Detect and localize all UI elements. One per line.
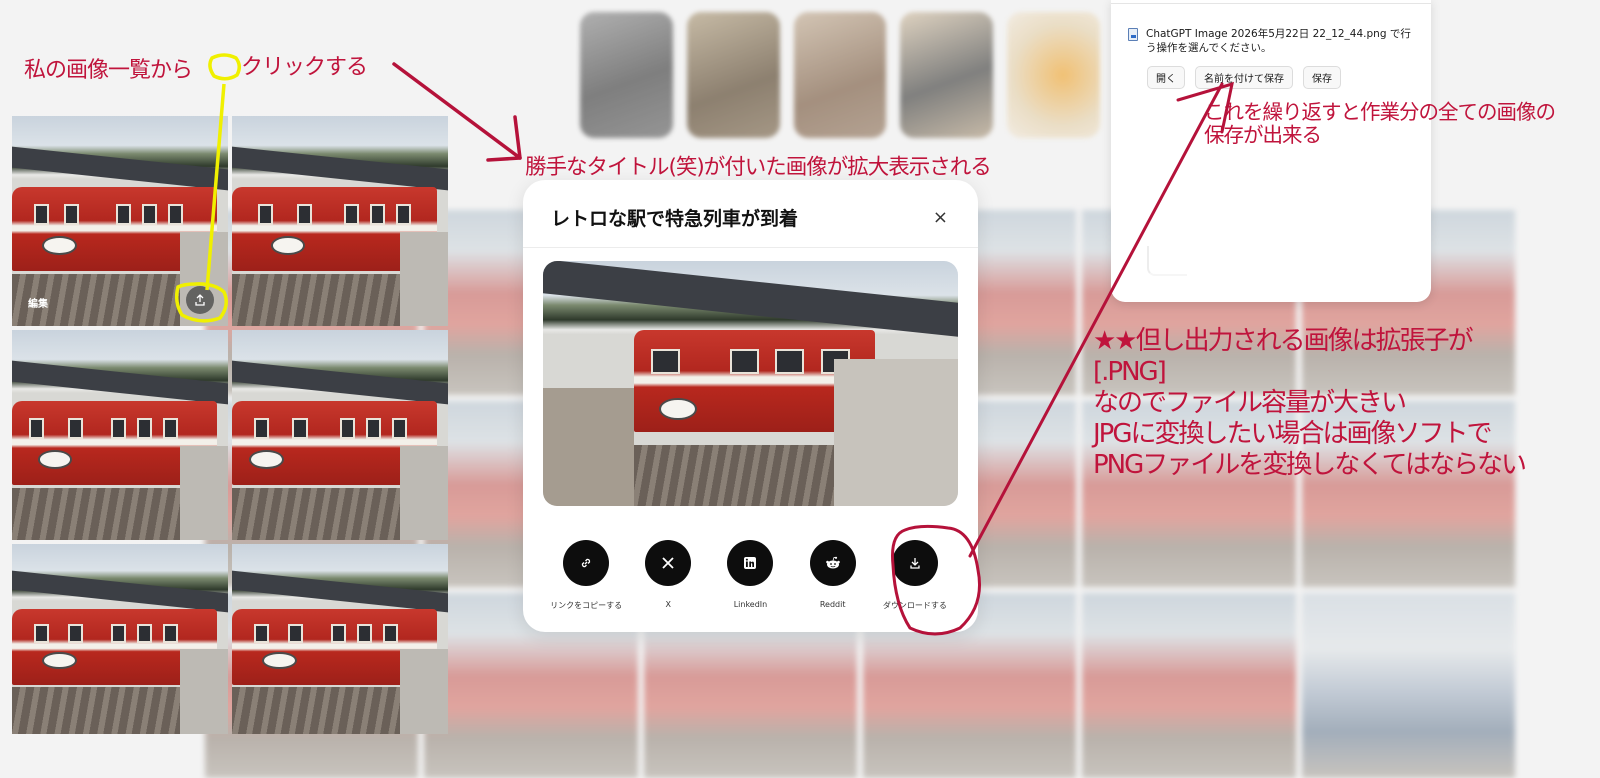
upload-share-icon xyxy=(195,294,205,306)
note-line: ★★但し出力される画像は拡張子が xyxy=(1093,326,1474,356)
share-button[interactable] xyxy=(186,286,214,314)
share-option-label: リンクをコピーする xyxy=(550,601,623,610)
share-reddit-button[interactable] xyxy=(809,540,856,586)
background-thumbnail xyxy=(1007,12,1100,138)
share-option-label: LinkedIn xyxy=(733,600,768,609)
annotation-click-part2: クリックする xyxy=(241,55,368,80)
modal-title: レトロな駅で特急列車が到着 xyxy=(551,208,799,230)
gallery-image[interactable] xyxy=(232,330,448,540)
share-x-button[interactable] xyxy=(645,540,692,586)
share-reddit-option[interactable]: Reddit xyxy=(795,540,871,611)
download-button[interactable] xyxy=(891,540,938,586)
annotation-click-part1: 私の画像一覧から xyxy=(24,58,193,83)
share-linkedin-option[interactable]: LinkedIn xyxy=(712,540,788,611)
download-message: ChatGPT Image 2026年5月22日 22_12_44.png で行… xyxy=(1146,28,1411,54)
annotation-enlarged: 勝手なタイトル(笑)が付いた画像が拡大表示される xyxy=(525,155,992,180)
share-option-label: ダウンロードする xyxy=(882,601,947,610)
share-x-option[interactable]: X xyxy=(630,540,706,611)
save-button[interactable]: 保存 xyxy=(1303,66,1341,89)
share-linkedin-button[interactable] xyxy=(727,540,774,586)
file-icon xyxy=(1128,28,1138,41)
background-thumbnail xyxy=(900,12,994,138)
my-images-grid: 編集 xyxy=(12,116,448,739)
note-line: PNGファイルを変換しなくてはならない xyxy=(1093,450,1527,480)
edit-label[interactable]: 編集 xyxy=(28,295,48,310)
share-option-label: X xyxy=(665,600,672,609)
background-thumbnail xyxy=(580,12,673,138)
gallery-image[interactable] xyxy=(232,116,448,326)
share-modal: レトロな駅で特急列車が到着 × リンクをコピーする X LinkedIn Red… xyxy=(523,180,978,632)
download-actions: 開く 名前を付けて保存 保存 xyxy=(1147,66,1341,89)
download-icon xyxy=(910,558,920,569)
x-logo-icon xyxy=(662,557,674,569)
save-as-button[interactable]: 名前を付けて保存 xyxy=(1195,66,1293,89)
annotation-repeat: これを繰り返すと作業分の全ての画像の保存が出来る xyxy=(1204,100,1556,147)
note-line: [.PNG] xyxy=(1093,357,1167,387)
background-thumbnail xyxy=(793,12,887,138)
copy-link-button[interactable] xyxy=(563,540,610,586)
gallery-image[interactable] xyxy=(12,330,228,540)
link-icon xyxy=(581,558,591,568)
open-button[interactable]: 開く xyxy=(1147,66,1185,89)
enlarged-image xyxy=(543,261,958,506)
annotation-note: ★★但し出力される画像は拡張子が [.PNG] なのでファイル容量が大きい JP… xyxy=(1093,326,1527,481)
modal-header: レトロな駅で特急列車が到着 × xyxy=(523,180,978,248)
reddit-icon xyxy=(825,556,840,569)
yellow-circle-marker xyxy=(208,53,241,81)
gallery-image[interactable] xyxy=(232,544,448,734)
close-button[interactable]: × xyxy=(933,207,948,228)
linkedin-icon xyxy=(744,557,757,569)
note-line: なのでファイル容量が大きい xyxy=(1093,388,1407,418)
gallery-image[interactable]: 編集 xyxy=(12,116,228,326)
share-option-label: Reddit xyxy=(819,600,846,609)
copy-link-option[interactable]: リンクをコピーする xyxy=(548,540,624,611)
note-line: JPGに変換したい場合は画像ソフトで xyxy=(1093,419,1492,449)
background-thumbnail xyxy=(686,12,780,138)
background-thumbnail-strip xyxy=(580,12,1100,138)
download-option[interactable]: ダウンロードする xyxy=(877,540,953,611)
gallery-image[interactable] xyxy=(12,544,228,734)
download-prompt: ChatGPT Image 2026年5月22日 22_12_44.png で行… xyxy=(1111,0,1431,302)
share-options: リンクをコピーする X LinkedIn Reddit ダウンロードする xyxy=(523,540,978,611)
